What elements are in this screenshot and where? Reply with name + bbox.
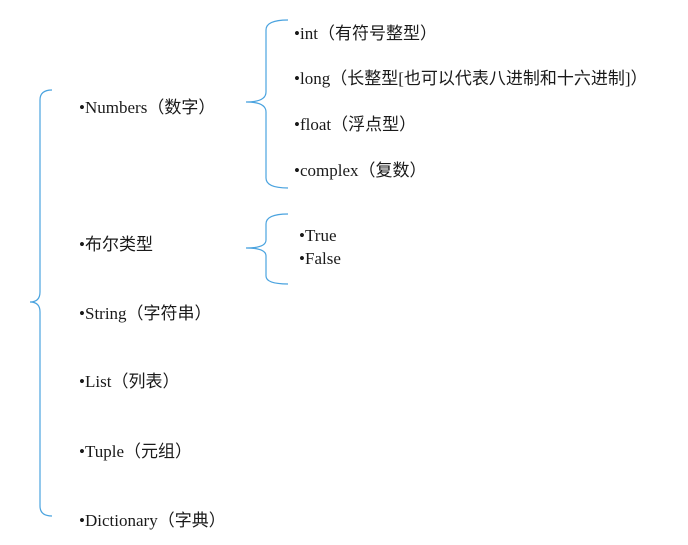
type-boolean-label: 布尔类型: [85, 235, 153, 254]
type-tuple-label: Tuple（元组）: [85, 442, 193, 461]
bool-true: •True: [299, 226, 337, 246]
bool-false: •False: [299, 249, 341, 269]
subtype-float: •float（浮点型）: [294, 115, 416, 135]
type-string-label: String（字符串）: [85, 304, 212, 323]
type-tuple: •Tuple（元组）: [79, 442, 192, 462]
type-list-label: List（列表）: [85, 372, 180, 391]
type-dictionary: •Dictionary（字典）: [79, 511, 226, 531]
bool-bracket: [245, 213, 289, 285]
type-numbers-label: Numbers（数字）: [85, 98, 216, 117]
subtype-long-label: long（长整型[也可以代表八进制和十六进制]）: [300, 69, 648, 88]
subtype-int-label: int（有符号整型）: [300, 24, 437, 43]
subtype-complex-label: complex（复数）: [300, 161, 427, 180]
subtype-long: •long（长整型[也可以代表八进制和十六进制]）: [294, 69, 648, 89]
type-numbers: •Numbers（数字）: [79, 98, 215, 118]
type-boolean: •布尔类型: [79, 235, 153, 255]
numbers-bracket: [245, 19, 289, 189]
type-string: •String（字符串）: [79, 304, 212, 324]
bool-true-label: True: [305, 226, 337, 245]
subtype-float-label: float（浮点型）: [300, 115, 417, 134]
main-bracket: [29, 89, 53, 517]
subtype-int: •int（有符号整型）: [294, 24, 437, 44]
type-list: •List（列表）: [79, 372, 179, 392]
bool-false-label: False: [305, 249, 341, 268]
type-dictionary-label: Dictionary（字典）: [85, 511, 226, 530]
subtype-complex: •complex（复数）: [294, 161, 427, 181]
